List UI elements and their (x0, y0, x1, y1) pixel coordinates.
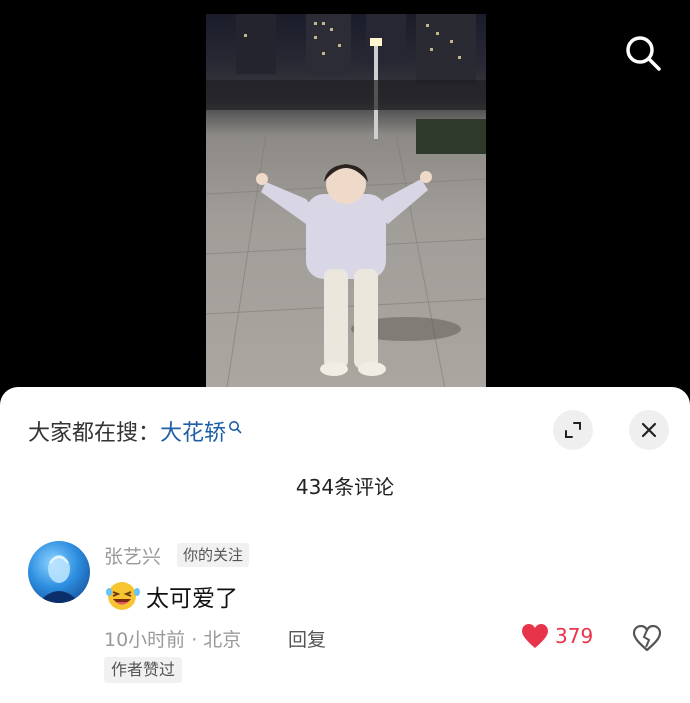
comment-body: 太可爱了 (104, 579, 238, 613)
video-player[interactable] (0, 0, 690, 400)
search-button[interactable] (620, 30, 666, 76)
video-scene (206, 14, 486, 394)
close-icon (641, 422, 657, 438)
comment-time-location: 10小时前 · 北京 (104, 629, 242, 651)
expand-button[interactable] (553, 410, 593, 450)
search-icon (229, 421, 242, 434)
comment-count: 434条评论 (295, 475, 395, 499)
like-count: 379 (555, 624, 594, 648)
reply-button[interactable]: 回复 (288, 625, 326, 652)
avatar-image (38, 555, 80, 603)
comment-text: 太可爱了 (146, 586, 238, 612)
heart-icon (522, 624, 548, 648)
close-button[interactable] (629, 410, 669, 450)
trending-prefix: 大家都在搜： (28, 421, 161, 446)
trending-search[interactable]: 大家都在搜： 大花轿 (28, 415, 242, 447)
expand-icon (565, 422, 581, 438)
like-button[interactable]: 379 (521, 623, 593, 649)
video-frame[interactable] (206, 14, 486, 394)
author-liked-badge: 作者赞过 (104, 657, 183, 683)
broken-heart-icon (632, 624, 662, 652)
dislike-button[interactable] (632, 624, 662, 655)
trending-term-link[interactable]: 大花轿 (160, 415, 226, 447)
follow-badge: 你的关注 (177, 543, 250, 567)
comments-panel: 大家都在搜： 大花轿 434条评论 张艺兴 你的关注 太可爱了 10小时前 · … (0, 387, 690, 703)
avatar[interactable] (28, 541, 90, 603)
comment-username[interactable]: 张艺兴 (104, 542, 161, 569)
search-icon (626, 36, 661, 71)
laughing-face-emoji (106, 582, 140, 610)
